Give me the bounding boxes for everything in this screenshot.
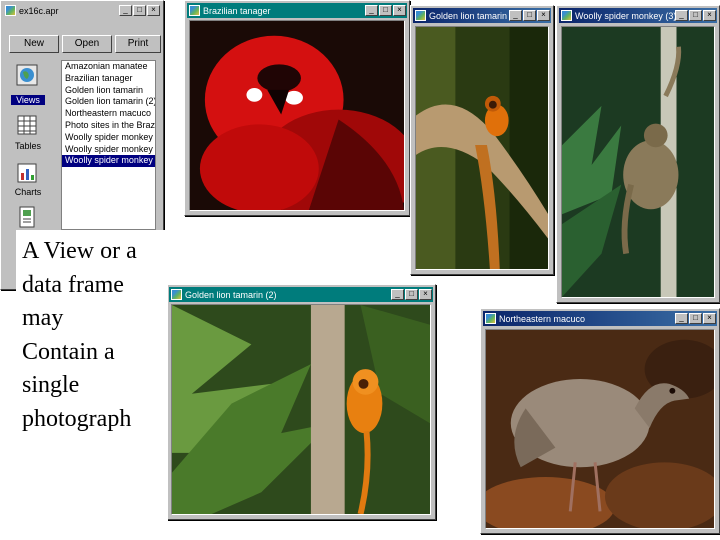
caption-box: A View or a data frame may Contain a sin… xyxy=(16,230,168,540)
new-button[interactable]: New xyxy=(9,35,59,53)
list-item[interactable]: Northeastern macuco xyxy=(62,108,155,120)
minimize-button[interactable]: _ xyxy=(509,10,522,21)
minimize-button[interactable]: _ xyxy=(365,5,378,16)
list-item[interactable]: Woolly spider monkey (2) xyxy=(62,144,155,156)
view-icon xyxy=(485,313,496,324)
photo-brazilian-tanager xyxy=(189,20,405,211)
view-window-golden-lion-tamarin: Golden lion tamarin _ □ × xyxy=(410,5,554,275)
view-window-woolly-spider-monkey-3: Woolly spider monkey (3) _ □ × xyxy=(556,5,720,303)
close-button[interactable]: × xyxy=(393,5,406,16)
doc-type-charts[interactable]: Charts xyxy=(11,187,45,197)
minimize-button[interactable]: _ xyxy=(119,5,132,16)
view-globe-icon[interactable] xyxy=(15,63,39,87)
print-button[interactable]: Print xyxy=(115,35,161,53)
view-icon xyxy=(171,289,182,300)
list-item[interactable]: Brazilian tanager xyxy=(62,73,155,85)
list-item[interactable]: Amazonian manatee xyxy=(62,61,155,73)
project-icon xyxy=(5,5,16,16)
close-button[interactable]: × xyxy=(703,313,716,324)
chart-icon[interactable] xyxy=(15,161,39,185)
caption-line: Contain a xyxy=(22,338,115,365)
layout-icon[interactable] xyxy=(15,205,39,229)
window-title: Northeastern macuco xyxy=(499,313,586,324)
window-title: Golden lion tamarin (2) xyxy=(185,289,277,300)
minimize-button[interactable]: _ xyxy=(391,289,404,300)
open-button[interactable]: Open xyxy=(62,35,112,53)
window-titlebar[interactable]: Brazilian tanager _ □ × xyxy=(187,3,407,18)
close-button[interactable]: × xyxy=(147,5,160,16)
doc-type-tables[interactable]: Tables xyxy=(11,141,45,151)
view-window-brazilian-tanager: Brazilian tanager _ □ × xyxy=(184,0,410,216)
maximize-button[interactable]: □ xyxy=(689,10,702,21)
maximize-button[interactable]: □ xyxy=(405,289,418,300)
view-window-golden-lion-tamarin-2: Golden lion tamarin (2) _ □ × xyxy=(166,284,436,520)
photo-northeastern-macuco xyxy=(485,329,715,529)
view-icon xyxy=(415,10,426,21)
table-grid-icon[interactable] xyxy=(15,113,39,137)
caption-line: A View or a xyxy=(22,238,137,264)
close-button[interactable]: × xyxy=(703,10,716,21)
caption-line: single xyxy=(22,372,80,398)
photo-golden-lion-tamarin xyxy=(415,26,549,270)
maximize-button[interactable]: □ xyxy=(133,5,146,16)
view-icon xyxy=(561,10,572,21)
maximize-button[interactable]: □ xyxy=(379,5,392,16)
window-titlebar[interactable]: Northeastern macuco _ □ × xyxy=(483,311,717,326)
caption-line: photograph xyxy=(22,405,132,432)
view-window-northeastern-macuco: Northeastern macuco _ □ × xyxy=(480,308,720,534)
project-window-titlebar[interactable]: ex16c.apr _ □ × xyxy=(3,3,161,18)
window-title: Golden lion tamarin xyxy=(429,10,508,21)
close-button[interactable]: × xyxy=(537,10,550,21)
project-window-title: ex16c.apr xyxy=(19,5,59,16)
list-item[interactable]: Golden lion tamarin (2) xyxy=(62,96,155,108)
minimize-button[interactable]: _ xyxy=(675,313,688,324)
close-button[interactable]: × xyxy=(419,289,432,300)
caption-line: may xyxy=(22,305,64,331)
maximize-button[interactable]: □ xyxy=(689,313,702,324)
list-item-selected[interactable]: Woolly spider monkey (3) xyxy=(62,155,155,168)
window-titlebar[interactable]: Golden lion tamarin (2) _ □ × xyxy=(169,287,433,302)
maximize-button[interactable]: □ xyxy=(523,10,536,21)
window-titlebar[interactable]: Golden lion tamarin _ □ × xyxy=(413,8,551,23)
list-item[interactable]: Woolly spider monkey xyxy=(62,132,155,144)
minimize-button[interactable]: _ xyxy=(675,10,688,21)
photo-woolly-spider-monkey xyxy=(561,26,715,298)
window-title: Brazilian tanager xyxy=(203,5,271,16)
views-list[interactable]: Amazonian manatee Brazilian tanager Gold… xyxy=(61,60,156,230)
view-icon xyxy=(189,5,200,16)
list-item[interactable]: Photo sites in the Brazilian xyxy=(62,120,155,132)
doc-type-views[interactable]: Views xyxy=(11,95,45,105)
caption-line: data frame xyxy=(22,271,124,298)
list-item[interactable]: Golden lion tamarin xyxy=(62,85,155,97)
photo-golden-lion-tamarin-2 xyxy=(171,304,431,515)
window-title: Woolly spider monkey (3) xyxy=(575,10,675,21)
window-titlebar[interactable]: Woolly spider monkey (3) _ □ × xyxy=(559,8,717,23)
